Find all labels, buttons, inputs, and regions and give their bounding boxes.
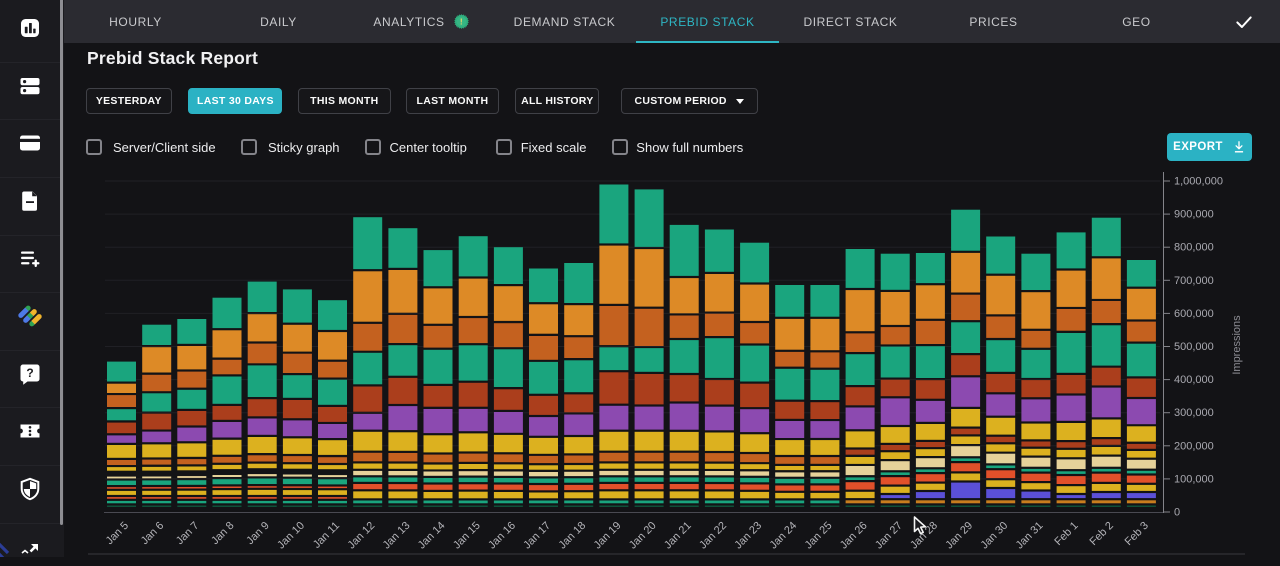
svg-text:?: ? <box>26 366 33 380</box>
svg-text:Jan 30: Jan 30 <box>978 520 1010 552</box>
svg-text:Jan 17: Jan 17 <box>521 520 553 552</box>
svg-text:Jan 29: Jan 29 <box>943 520 975 552</box>
svg-text:600,000: 600,000 <box>1174 308 1214 320</box>
svg-text:1,000,000: 1,000,000 <box>1174 176 1223 188</box>
svg-text:800,000: 800,000 <box>1174 242 1214 254</box>
svg-text:Jan 14: Jan 14 <box>416 520 448 552</box>
svg-text:700,000: 700,000 <box>1174 275 1214 287</box>
svg-text:Jan 13: Jan 13 <box>381 520 413 552</box>
svg-text:Jan 18: Jan 18 <box>556 520 588 552</box>
svg-text:Feb 1: Feb 1 <box>1052 520 1080 548</box>
svg-text:Feb 3: Feb 3 <box>1123 520 1151 548</box>
svg-text:Jan 24: Jan 24 <box>767 520 799 552</box>
svg-text:Feb 2: Feb 2 <box>1088 520 1116 548</box>
svg-text:Jan 11: Jan 11 <box>311 520 342 551</box>
svg-text:Jan 19: Jan 19 <box>592 520 624 552</box>
svg-text:Jan 27: Jan 27 <box>873 520 905 552</box>
svg-text:!: ! <box>459 17 462 27</box>
svg-text:Jan 6: Jan 6 <box>139 520 167 548</box>
svg-text:Jan 21: Jan 21 <box>662 520 694 552</box>
svg-text:Jan 12: Jan 12 <box>345 520 377 552</box>
svg-text:Jan 15: Jan 15 <box>451 520 483 552</box>
svg-text:300,000: 300,000 <box>1174 407 1214 419</box>
svg-text:Jan 5: Jan 5 <box>104 520 132 548</box>
svg-text:900,000: 900,000 <box>1174 209 1214 221</box>
svg-text:Impressions: Impressions <box>1231 315 1243 375</box>
svg-text:Jan 20: Jan 20 <box>627 520 659 552</box>
svg-text:0: 0 <box>1174 507 1180 519</box>
svg-text:Jan 28: Jan 28 <box>908 520 940 552</box>
svg-text:Jan 23: Jan 23 <box>732 520 764 552</box>
svg-text:Jan 26: Jan 26 <box>838 520 870 552</box>
svg-text:200,000: 200,000 <box>1174 440 1214 452</box>
svg-text:Jan 16: Jan 16 <box>486 520 518 552</box>
svg-text:Jan 10: Jan 10 <box>275 520 307 552</box>
svg-text:Jan 22: Jan 22 <box>697 520 729 552</box>
svg-text:500,000: 500,000 <box>1174 341 1214 353</box>
svg-text:Jan 9: Jan 9 <box>244 520 272 548</box>
svg-text:100,000: 100,000 <box>1174 473 1214 485</box>
svg-text:Jan 8: Jan 8 <box>209 520 237 548</box>
svg-text:400,000: 400,000 <box>1174 374 1214 386</box>
svg-text:Jan 25: Jan 25 <box>803 520 835 552</box>
svg-text:Jan 31: Jan 31 <box>1014 520 1046 552</box>
svg-text:Jan 7: Jan 7 <box>174 520 202 548</box>
